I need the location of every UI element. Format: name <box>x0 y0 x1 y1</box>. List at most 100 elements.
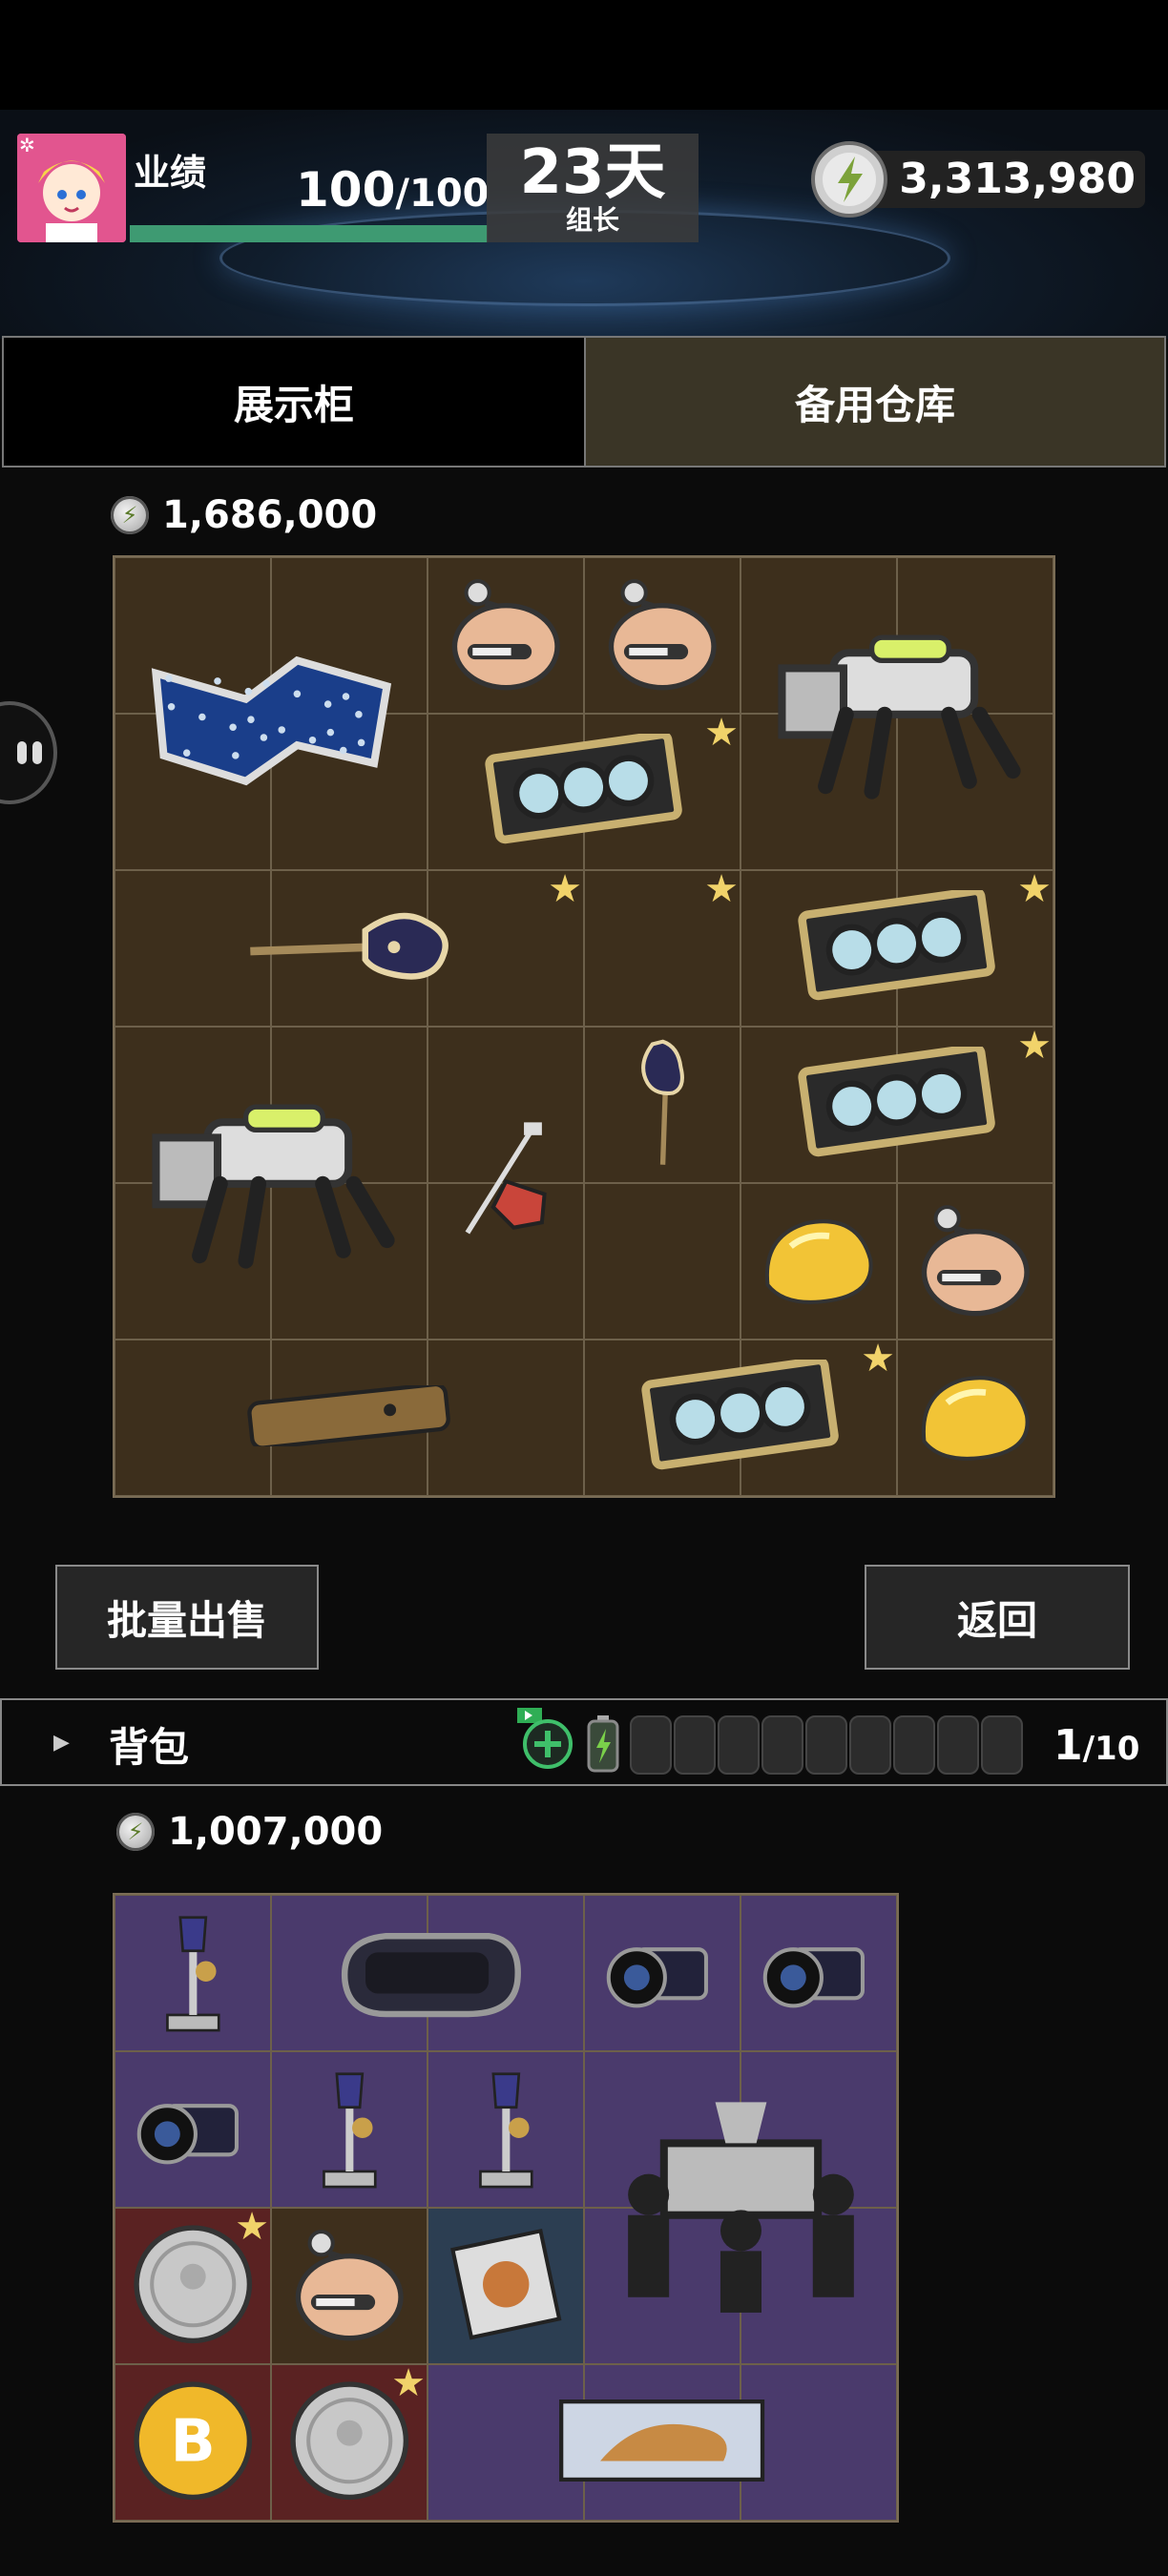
backpack-value: 1,007,000 <box>168 1810 384 1854</box>
trophy-icon <box>311 2064 388 2195</box>
gold-nugget-icon <box>911 1364 1039 1471</box>
gold-nugget-item[interactable] <box>740 1183 897 1340</box>
vr-headset-icon <box>324 1920 530 2026</box>
graphics-card-item[interactable]: ★ <box>428 714 740 870</box>
empty-battery-slot <box>630 1715 672 1775</box>
electric-guitar-item[interactable]: ★ <box>115 870 584 1027</box>
trading-card-item[interactable] <box>428 2208 584 2364</box>
svg-text:B: B <box>170 2407 215 2476</box>
smartphone-item[interactable] <box>115 1340 584 1496</box>
backpack-capacity: 1/10 <box>1053 1721 1140 1770</box>
empty-battery-slot <box>893 1715 935 1775</box>
robot-dog-item[interactable] <box>115 1027 428 1340</box>
rank-label: 组长 <box>565 204 619 236</box>
graphics-card-icon <box>794 1043 999 1163</box>
performance-bar <box>130 225 488 242</box>
lightning-coin-icon: ⚡ <box>111 496 149 534</box>
robot-head-icon <box>285 2220 413 2352</box>
star-icon: ★ <box>1017 867 1052 911</box>
electric-guitar-item[interactable]: ★ <box>584 870 740 1340</box>
empty-battery-slot <box>805 1715 847 1775</box>
vr-headset-item[interactable] <box>271 1895 584 2051</box>
camera-item[interactable] <box>115 2051 271 2208</box>
empty-battery-slot <box>761 1715 803 1775</box>
capsule-robot-head-item[interactable] <box>271 2208 428 2364</box>
capsule-robot-head-item[interactable] <box>584 557 740 714</box>
guitar-icon <box>246 910 451 986</box>
camera-icon <box>598 1926 726 2020</box>
robot-dog-icon <box>143 1091 400 1275</box>
robot-dog-item[interactable] <box>740 557 1053 870</box>
lightning-coin-icon <box>809 139 889 219</box>
performance-label: 业绩 <box>134 152 207 194</box>
expand-caret-icon[interactable]: ▶ <box>53 1731 70 1755</box>
gold-nugget-icon <box>755 1208 883 1315</box>
status-bar <box>0 0 1168 110</box>
trophy-statue-item[interactable] <box>115 1895 271 2051</box>
smartphone-icon <box>246 1381 451 1451</box>
star-icon: ★ <box>861 1337 895 1381</box>
silver-coin-item[interactable]: ★ <box>271 2364 428 2521</box>
star-icon: ★ <box>548 867 582 911</box>
tiger-painting-item[interactable] <box>428 2364 897 2521</box>
bitcoin-item[interactable]: B <box>115 2364 271 2521</box>
graphics-card-icon <box>637 1356 843 1476</box>
star-icon: ★ <box>391 2361 426 2405</box>
trophy-statue-item[interactable] <box>271 2051 428 2208</box>
robot-head-icon <box>598 570 726 701</box>
coffin-dance-figure-item[interactable] <box>584 2051 897 2364</box>
camera-icon <box>755 1926 883 2020</box>
star-icon: ★ <box>1017 1024 1052 1068</box>
card-icon <box>442 2220 570 2352</box>
showcase-value: 1,686,000 <box>162 493 378 537</box>
back-button[interactable]: 返回 <box>865 1565 1130 1670</box>
bitcoin-icon: B <box>129 2377 257 2508</box>
gold-nugget-item[interactable] <box>897 1340 1053 1496</box>
trophy-statue-item[interactable] <box>428 2051 584 2208</box>
empty-battery-slot <box>849 1715 891 1775</box>
trophy-icon <box>468 2064 545 2195</box>
batch-sell-button[interactable]: 批量出售 <box>55 1565 319 1670</box>
star-map-item[interactable] <box>115 557 428 870</box>
graphics-card-item[interactable]: ★ <box>740 870 1053 1027</box>
star-icon: ★ <box>704 867 739 911</box>
days-counter: 23天 <box>519 137 666 208</box>
robot-head-icon <box>442 570 570 701</box>
performance-value: 100/100 <box>296 162 490 218</box>
graphics-card-icon <box>481 730 686 850</box>
camera-icon <box>129 2083 257 2176</box>
empty-battery-slot <box>674 1715 716 1775</box>
backpack-label: 背包 <box>109 1724 190 1771</box>
star-map-icon <box>143 622 400 805</box>
gavel-hammer-item[interactable] <box>428 1027 584 1340</box>
hammer-icon <box>442 1117 570 1249</box>
graphics-card-item[interactable]: ★ <box>584 1340 897 1496</box>
capsule-robot-head-item[interactable] <box>897 1183 1053 1340</box>
coffin-dance-icon <box>613 2097 869 2319</box>
star-icon: ★ <box>704 711 739 755</box>
add-battery-icon[interactable] <box>515 1706 573 1769</box>
days-panel: 23天 组长 <box>487 134 699 242</box>
tab-spare-storage[interactable]: 备用仓库 <box>584 336 1166 467</box>
trophy-icon <box>155 1907 232 2039</box>
graphics-card-item[interactable]: ★ <box>740 1027 1053 1183</box>
guitar-icon <box>636 1039 688 1171</box>
star-icon: ★ <box>235 2205 269 2249</box>
side-drawer-handle[interactable] <box>0 701 57 804</box>
painting-icon <box>559 2399 765 2485</box>
robot-head-icon <box>911 1195 1039 1327</box>
currency-amount: 3,313,980 <box>899 155 1136 203</box>
graphics-card-icon <box>794 886 999 1007</box>
gear-icon[interactable]: ✲ <box>19 134 42 156</box>
empty-battery-slot <box>718 1715 760 1775</box>
battery-charge-icon <box>586 1714 620 1773</box>
empty-battery-slot <box>981 1715 1023 1775</box>
empty-battery-slot <box>937 1715 979 1775</box>
lightning-coin-icon: ⚡ <box>116 1813 155 1851</box>
camera-item[interactable] <box>740 1895 897 2051</box>
silver-coin-item[interactable]: ★ <box>115 2208 271 2364</box>
capsule-robot-head-item[interactable] <box>428 557 584 714</box>
camera-item[interactable] <box>584 1895 740 2051</box>
robot-dog-icon <box>769 622 1026 805</box>
tab-showcase[interactable]: 展示柜 <box>2 336 586 467</box>
